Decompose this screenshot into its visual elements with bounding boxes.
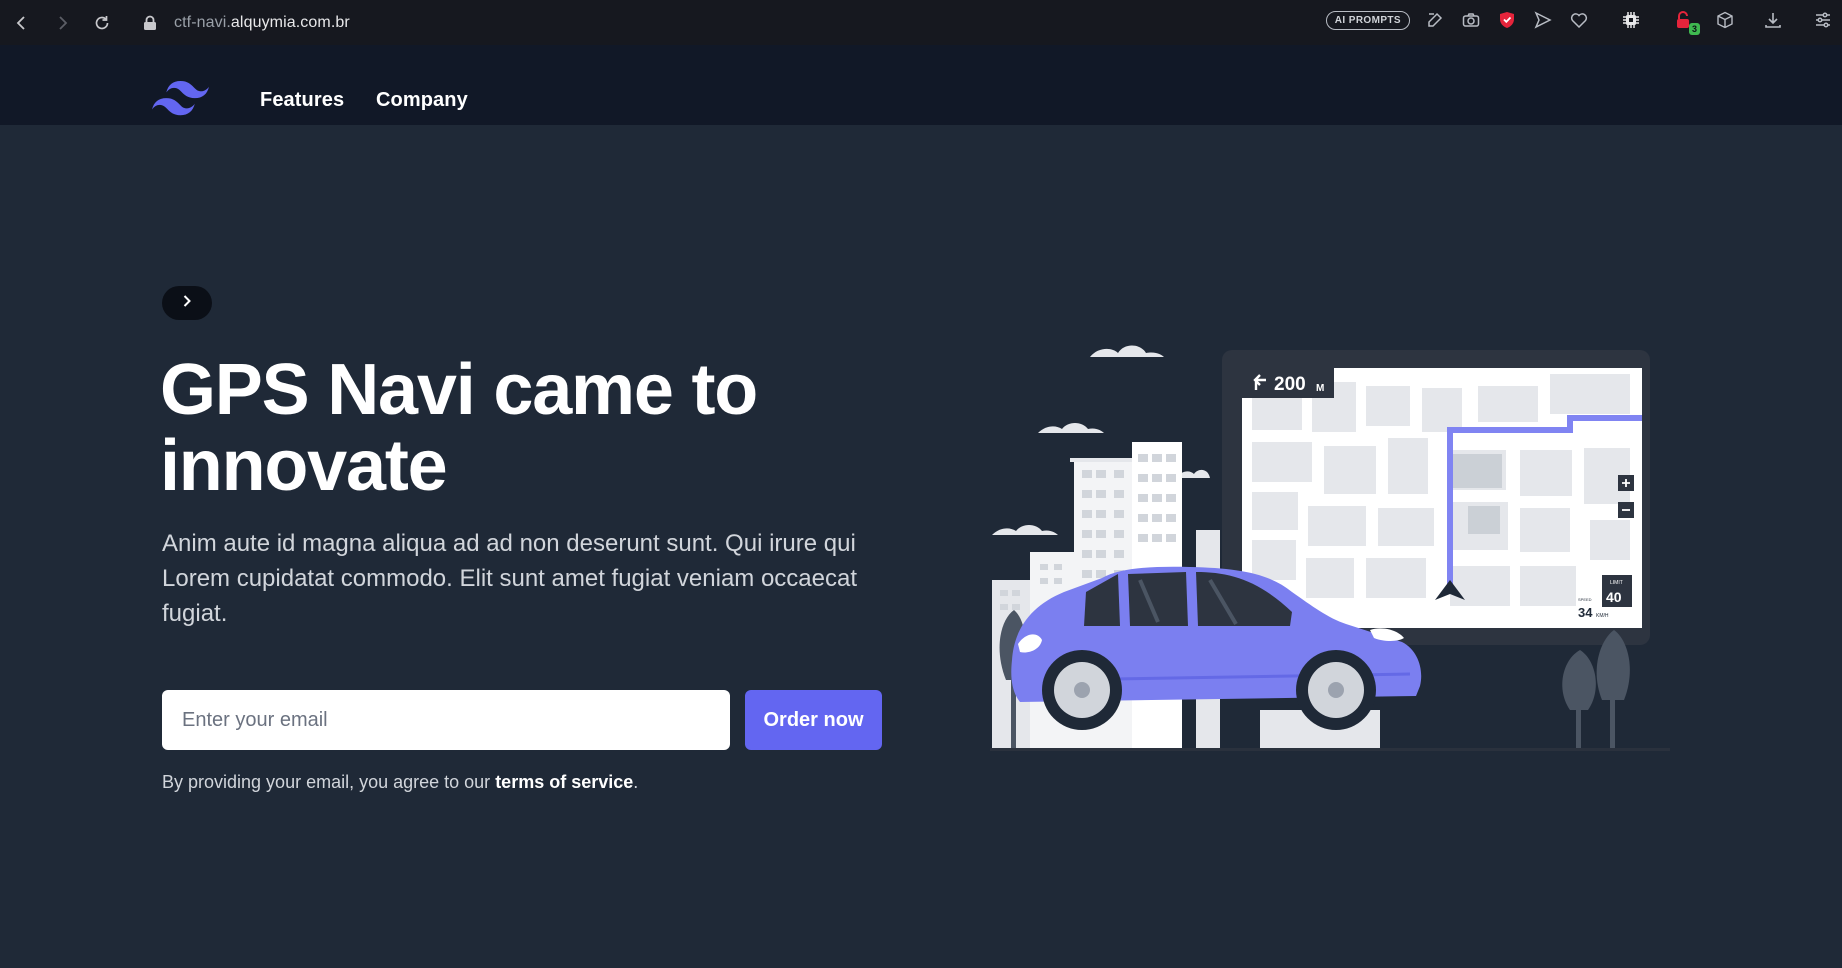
terms-text: By providing your email, you agree to ou… — [162, 772, 638, 793]
address-bar[interactable]: ctf-navi.alquymia.com.br — [174, 14, 350, 32]
reload-icon[interactable] — [82, 3, 122, 43]
direction-unit: M — [1316, 383, 1324, 394]
extension-badge: 3 — [1688, 23, 1700, 35]
direction-distance: 200 — [1274, 374, 1306, 395]
cube-icon[interactable] — [1714, 9, 1736, 31]
terms-suffix: . — [633, 772, 639, 792]
shield-icon[interactable] — [1496, 9, 1518, 31]
lock-extension-icon[interactable]: 3 — [1672, 9, 1700, 35]
hero-title: GPS Navi came to innovate — [160, 350, 758, 506]
url-prefix: ctf-navi. — [174, 13, 231, 31]
nav-company-link[interactable]: Company — [376, 89, 468, 112]
heart-icon[interactable] — [1568, 9, 1590, 31]
edit-icon[interactable] — [1424, 9, 1446, 31]
back-icon[interactable] — [2, 3, 42, 43]
speed-value: 34 — [1578, 605, 1593, 620]
speed-label: SPEED — [1578, 597, 1592, 602]
camera-icon[interactable] — [1460, 9, 1482, 31]
limit-label: LIMIT — [1610, 580, 1623, 586]
forward-icon[interactable] — [42, 3, 82, 43]
order-now-button[interactable]: Order now — [745, 690, 882, 750]
download-icon[interactable] — [1762, 9, 1784, 31]
email-input[interactable] — [162, 690, 730, 750]
lock-icon[interactable] — [140, 15, 160, 31]
ai-prompts-button[interactable]: AI PROMPTS — [1325, 10, 1410, 30]
terms-prefix: By providing your email, you agree to ou… — [162, 772, 496, 792]
tailwind-logo-icon[interactable] — [152, 81, 209, 122]
chip-icon[interactable] — [1620, 9, 1642, 31]
nav-features-link[interactable]: Features — [260, 89, 344, 112]
browser-toolbar: ctf-navi.alquymia.com.br AI PROMPTS 3 — [0, 0, 1842, 45]
limit-value: 40 — [1606, 589, 1622, 605]
terms-of-service-link[interactable]: terms of service — [495, 772, 633, 792]
send-icon[interactable] — [1532, 9, 1554, 31]
sliders-icon[interactable] — [1812, 9, 1834, 31]
extensions-bar: AI PROMPTS 3 — [1325, 0, 1834, 40]
site-header: Features Company — [0, 45, 1842, 125]
url-host: alquymia.com.br — [230, 13, 350, 31]
hero-subtitle: Anim aute id magna aliqua ad ad non dese… — [162, 530, 858, 627]
speed-unit: KM/H — [1596, 613, 1609, 619]
announcement-pill[interactable] — [162, 286, 212, 320]
gps-car-illustration: 200 M LIMIT 40 SPEED 34 KM/H — [990, 330, 1670, 765]
chevron-right-icon — [181, 294, 193, 313]
